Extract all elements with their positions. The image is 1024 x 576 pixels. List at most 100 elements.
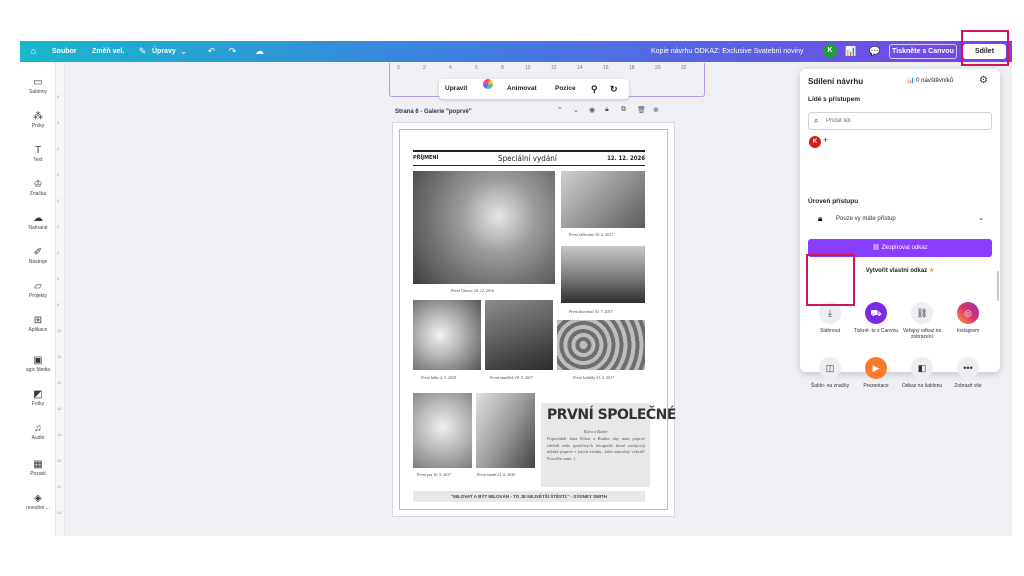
redo-icon[interactable]: ↷ [227, 46, 238, 57]
story-title[interactable]: PRVNÍ SPOLEČNÉ [547, 407, 676, 423]
tile-label: Prezentace [863, 383, 889, 389]
sidebar-item-photos[interactable]: ◩ Fotky [20, 389, 56, 408]
magic-media-icon: ▣ [33, 355, 43, 366]
draw-icon: ✐ [33, 247, 43, 258]
edit-button[interactable]: Upravit [445, 79, 467, 99]
public-view-link-tile[interactable]: ⛓ Veřejný odkaz na zobrazení [898, 302, 946, 340]
position-button[interactable]: Pozice [555, 79, 576, 99]
photo-baby[interactable] [413, 300, 481, 370]
photo-christmas[interactable] [413, 171, 555, 284]
photo-date[interactable] [476, 393, 535, 468]
photo-pet[interactable] [485, 300, 553, 370]
chevron-down-icon[interactable]: ⌄ [178, 46, 189, 57]
print-with-canva-button[interactable]: Tiskněte s Canvou [889, 44, 957, 59]
header-right[interactable]: 12. 12. 2026 [607, 155, 645, 162]
sidebar-item-apps[interactable]: ⊞ Aplikace [20, 315, 56, 334]
page-title[interactable]: Strana 6 - Galerie "poprvé" [395, 109, 472, 115]
ruler-tick: 18 [57, 432, 62, 437]
sidebar-item-projects[interactable]: ▱ Projekty [20, 281, 56, 300]
caption[interactable]: První bábo 2. 3. 2018 [421, 375, 456, 380]
see-all-tile[interactable]: ••• Zobrazit vše [944, 357, 992, 389]
photo-moving[interactable] [561, 171, 645, 228]
avatar[interactable]: K [809, 136, 821, 148]
chevron-down-icon[interactable]: ⌄ [573, 106, 579, 114]
ruler-tick: 4 [449, 65, 452, 71]
instagram-tile[interactable]: ◎ Instagram [944, 302, 992, 334]
tile-label: Veřejný odkaz na zobrazení [902, 328, 942, 340]
refresh-icon[interactable]: ↻ [610, 79, 618, 99]
quote-banner[interactable]: "MILOVAT A BÝT MILOVÁN - TO JE NEJVĚTŠÍ … [413, 491, 645, 502]
add-person-icon[interactable]: + [823, 135, 828, 145]
add-people-field[interactable]: ⌕ [808, 112, 992, 130]
add-people-input[interactable] [826, 115, 986, 127]
add-page-icon[interactable]: ⊕ [653, 106, 659, 114]
sidebar-item-uploads[interactable]: ☁ Nahrané [20, 213, 56, 232]
sidebar-item-convert[interactable]: ◈ revodné ... [20, 493, 56, 512]
chevron-up-icon[interactable]: ⌃ [557, 106, 563, 114]
comment-icon[interactable]: 💬 [869, 46, 880, 57]
access-level-select[interactable]: 🔒︎ Pouze vy máte přístup ⌄ [808, 210, 992, 230]
analytics-icon[interactable]: 📊 [845, 46, 856, 57]
visitors-count[interactable]: 📊 0 návštěvníků [907, 77, 953, 84]
photo-dog[interactable] [413, 393, 472, 468]
cloud-check-icon[interactable]: ☁ [254, 46, 265, 57]
sidebar-item-templates[interactable]: ▭ Šablony [20, 77, 56, 96]
sidebar-item-audio[interactable]: ♫ Audio [20, 423, 56, 442]
design-page[interactable]: PŘÍJMENÍ Speciální vydání 12. 12. 2026 P… [392, 122, 676, 517]
story-subtitle[interactable]: Klára a Radim [541, 429, 650, 434]
caption[interactable]: První koláčky 31. 5. 2017 [573, 375, 614, 380]
sidebar-item-text[interactable]: T Text [20, 145, 56, 164]
pencil-icon: ✎ [138, 46, 147, 56]
caption[interactable]: První pes 10. 9. 2017 [417, 472, 451, 477]
copy-link-label: Zkopírovat odkaz [881, 245, 928, 251]
caption[interactable]: První mazlíček 18. 5. 2017 [490, 375, 533, 380]
ruler-tick: 24 [57, 510, 62, 515]
undo-icon[interactable]: ↶ [206, 46, 217, 57]
sidebar-item-background[interactable]: ▦ Pozadí [20, 459, 56, 478]
print-with-canva-tile[interactable]: ⛟ Tiskně- te s Canvou [852, 302, 900, 334]
lock-icon: 🔒︎ [818, 214, 823, 223]
story-box[interactable]: PRVNÍ SPOLEČNÉ Klára a Radim Popovídali … [541, 403, 676, 487]
photo-cookies[interactable] [557, 320, 645, 370]
ruler-tick: 10 [57, 328, 62, 333]
folder-icon: ▱ [34, 281, 42, 292]
panel-scrollbar[interactable] [997, 271, 999, 301]
sidebar-item-draw[interactable]: ✐ Nástroje [20, 247, 56, 266]
share-panel: Sdílení návrhu 📊 0 návštěvníků ⚙ Lidé s … [800, 69, 1000, 389]
avatar[interactable]: K [823, 44, 837, 58]
ruler-tick: 20 [57, 458, 62, 463]
ruler-tick: 2 [57, 172, 60, 177]
sidebar-item-magic-media[interactable]: ▣ agic Media [20, 355, 56, 374]
photos-icon: ◩ [33, 389, 43, 400]
header-left[interactable]: PŘÍJMENÍ [413, 155, 438, 161]
sidebar-item-brand[interactable]: ♔ Značka [20, 179, 56, 198]
brand-template-tile[interactable]: ◫ Šablo- na značky [806, 357, 854, 389]
sidebar-item-elements[interactable]: ⁂ Prvky [20, 111, 56, 130]
color-wheel-icon[interactable] [483, 79, 493, 89]
header-center[interactable]: Speciální vydání [498, 154, 557, 163]
edits-menu[interactable]: Úpravy [152, 41, 176, 62]
caption[interactable]: První rande 21. 6. 2016 [477, 472, 515, 477]
home-icon[interactable]: ⌂ [28, 46, 39, 57]
template-link-tile[interactable]: ◧ Odkaz na šablonu [898, 357, 946, 389]
caption[interactable]: První Vánoce 24. 12. 2016 [451, 288, 494, 293]
tile-label: Tiskně- te s Canvou [853, 328, 899, 334]
story-text[interactable]: Popovídali Jana Klára a Radim aby nám po… [547, 436, 645, 462]
design-title[interactable]: Kopie návrhu ODKAZ: Exclusive Svatební n… [651, 41, 804, 62]
paint-format-icon[interactable]: ⚲ [591, 79, 598, 99]
animate-button[interactable]: Animovat [507, 79, 537, 99]
ruler-tick: 16 [57, 406, 62, 411]
photo-vacation[interactable] [561, 246, 645, 303]
gear-icon[interactable]: ⚙ [979, 75, 988, 86]
resize-menu[interactable]: Změň vel. [92, 41, 124, 62]
caption[interactable]: První dovolená 30. 7. 2017 [569, 309, 613, 314]
lock-icon[interactable]: 🔒︎ [605, 106, 609, 114]
download-tile[interactable]: ⤓ Stáhnout [806, 302, 854, 334]
file-menu[interactable]: Soubor [52, 41, 77, 62]
caption[interactable]: První stěhování 30. 2. 2017 [569, 232, 613, 237]
eye-icon[interactable]: ◉ [589, 106, 595, 114]
trash-icon[interactable]: 🗑︎ [637, 106, 646, 114]
upload-icon: ☁ [33, 213, 43, 224]
duplicate-icon[interactable]: ⧉ [621, 106, 626, 114]
presentation-tile[interactable]: ▶ Prezentace [852, 357, 900, 389]
